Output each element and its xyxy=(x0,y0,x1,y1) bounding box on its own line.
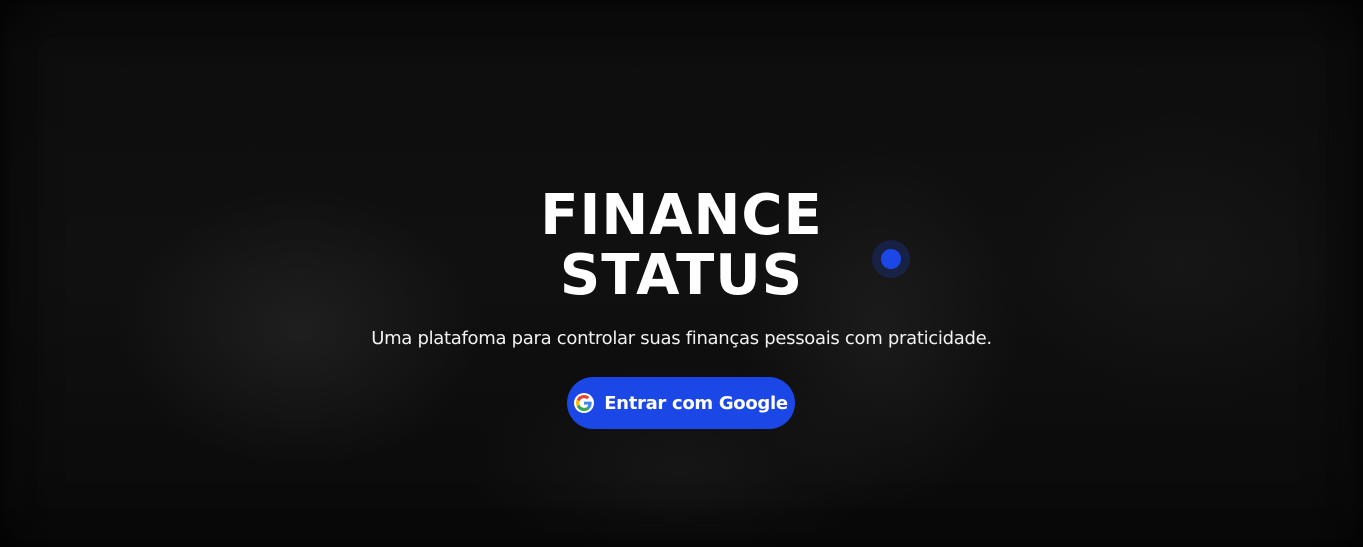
page-title: FINANCE STATUS xyxy=(0,186,1363,306)
hero-subtitle: Uma platafoma para controlar suas finanç… xyxy=(371,328,992,349)
google-login-label: Entrar com Google xyxy=(604,392,788,414)
landing-page: FINANCE STATUS Uma platafoma para contro… xyxy=(0,0,1363,547)
google-icon xyxy=(574,393,595,413)
title-line-2: STATUS xyxy=(559,243,804,308)
cursor-indicator xyxy=(872,240,910,278)
cursor-indicator-core xyxy=(881,249,901,269)
title-line-1: FINANCE xyxy=(540,183,823,248)
google-login-button[interactable]: Entrar com Google xyxy=(567,377,795,429)
